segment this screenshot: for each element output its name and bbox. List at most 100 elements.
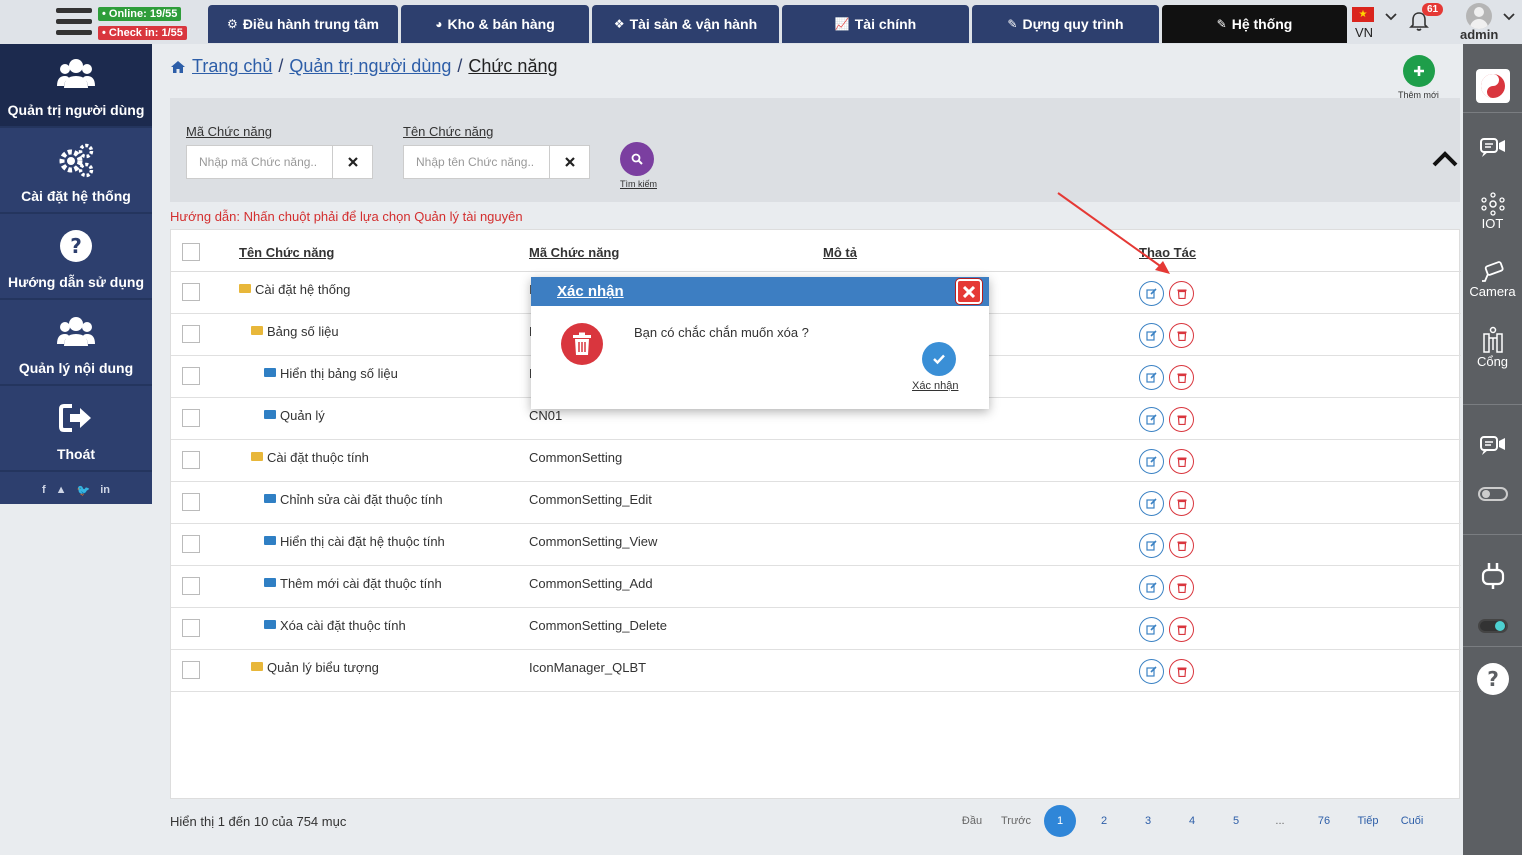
clear-name-button[interactable] — [549, 146, 589, 178]
delete-button[interactable] — [1169, 407, 1194, 432]
toggle-switch[interactable] — [1477, 487, 1508, 501]
breadcrumb-section[interactable]: Quản trị người dùng — [289, 56, 451, 77]
column-header-description[interactable]: Mô tả — [823, 245, 857, 260]
code-search-input[interactable]: Nhập mã Chức năng.. — [187, 146, 332, 178]
rail-video-chat[interactable] — [1463, 136, 1522, 160]
rail-toggle-off[interactable] — [1463, 487, 1522, 501]
table-row[interactable]: Xóa cài đặt thuộc tính CommonSetting_Dele… — [171, 608, 1461, 650]
row-checkbox[interactable] — [182, 493, 200, 511]
sidebar-item-user-admin[interactable]: Quản trị người dùng — [0, 44, 152, 128]
row-checkbox[interactable] — [182, 451, 200, 469]
row-checkbox[interactable] — [182, 325, 200, 343]
sidebar-item-logout[interactable]: Thoát — [0, 388, 152, 472]
clear-code-button[interactable] — [332, 146, 372, 178]
table-row[interactable]: Thêm mới cài đặt thuộc tính CommonSetting… — [171, 566, 1461, 608]
edit-button[interactable] — [1139, 491, 1164, 516]
home-icon[interactable] — [170, 60, 186, 74]
tab-tai-san[interactable]: ❖ Tài sản & vận hành — [592, 5, 779, 43]
column-header-name[interactable]: Tên Chức năng — [239, 245, 334, 260]
delete-button[interactable] — [1169, 281, 1194, 306]
rail-camera[interactable]: Camera — [1463, 260, 1522, 299]
collapse-filter-button[interactable] — [1432, 150, 1458, 168]
delete-button[interactable] — [1169, 659, 1194, 684]
page-next[interactable]: Tiếp — [1346, 815, 1390, 827]
edit-button[interactable] — [1139, 365, 1164, 390]
rail-logo[interactable] — [1463, 68, 1522, 104]
toggle-switch[interactable] — [1477, 619, 1508, 633]
tab-kho-ban-hang[interactable]: ◕ Kho & bán hàng — [401, 5, 589, 43]
row-checkbox[interactable] — [182, 577, 200, 595]
flag-vn-icon[interactable]: ★ — [1352, 7, 1374, 22]
tab-dung-quy-trinh[interactable]: ✎ Dựng quy trình — [972, 5, 1159, 43]
page-current[interactable]: 1 — [1044, 805, 1076, 837]
edit-button[interactable] — [1139, 323, 1164, 348]
delete-button[interactable] — [1169, 365, 1194, 390]
row-checkbox[interactable] — [182, 619, 200, 637]
menu-icon[interactable] — [56, 8, 92, 38]
edit-button[interactable] — [1139, 617, 1164, 642]
drive-icon[interactable]: ▲ — [56, 484, 67, 504]
delete-button[interactable] — [1169, 575, 1194, 600]
confirm-button-label[interactable]: Xác nhận — [912, 380, 958, 392]
delete-button[interactable] — [1169, 617, 1194, 642]
column-header-code[interactable]: Mã Chức năng — [529, 245, 619, 260]
sidebar-item-system-settings[interactable]: Cài đặt hệ thống — [0, 130, 152, 214]
search-button[interactable] — [620, 142, 654, 176]
tab-tai-chinh[interactable]: 📈 Tài chính — [782, 5, 969, 43]
tab-dieu-hanh[interactable]: ⚙ Điều hành trung tâm — [208, 5, 398, 43]
delete-button[interactable] — [1169, 449, 1194, 474]
select-all-checkbox[interactable] — [182, 243, 200, 261]
table-row[interactable]: Chỉnh sửa cài đặt thuộc tính CommonSettin… — [171, 482, 1461, 524]
dialog-close-button[interactable] — [956, 279, 982, 304]
code-filter-field: Nhập mã Chức năng.. — [186, 145, 373, 179]
avatar[interactable] — [1466, 3, 1492, 29]
delete-button[interactable] — [1169, 491, 1194, 516]
rail-divider — [1463, 404, 1522, 405]
rail-label: IOT — [1481, 216, 1504, 231]
page-prev[interactable]: Trước — [994, 815, 1038, 827]
chevron-down-icon[interactable] — [1503, 10, 1515, 24]
rail-help[interactable]: ? — [1463, 662, 1522, 696]
rail-toggle-on[interactable] — [1463, 619, 1522, 633]
table-row[interactable]: Hiển thị cài đặt hệ thuộc tính CommonSett… — [171, 524, 1461, 566]
rail-iot[interactable]: IOT — [1463, 192, 1522, 231]
page-last[interactable]: Cuối — [1390, 815, 1434, 827]
page-number[interactable]: 4 — [1170, 815, 1214, 827]
edit-button[interactable] — [1139, 575, 1164, 600]
edit-button[interactable] — [1139, 281, 1164, 306]
twitter-icon[interactable]: 🐦 — [77, 484, 91, 504]
page-number[interactable]: 2 — [1082, 815, 1126, 827]
function-name-cell: Cài đặt thuộc tính — [251, 450, 369, 465]
rail-gate[interactable]: Cổng — [1463, 326, 1522, 369]
row-checkbox[interactable] — [182, 661, 200, 679]
chevron-down-icon[interactable] — [1385, 10, 1397, 24]
row-checkbox[interactable] — [182, 283, 200, 301]
page-number[interactable]: 3 — [1126, 815, 1170, 827]
add-button[interactable] — [1403, 55, 1435, 87]
rail-plug[interactable] — [1463, 560, 1522, 590]
edit-button[interactable] — [1139, 533, 1164, 558]
row-checkbox[interactable] — [182, 409, 200, 427]
row-checkbox[interactable] — [182, 367, 200, 385]
table-row[interactable]: Quản lý biểu tượng IconManager_QLBT — [171, 650, 1461, 692]
edit-button[interactable] — [1139, 659, 1164, 684]
tab-he-thong[interactable]: ✎ Hệ thống — [1162, 5, 1347, 43]
sidebar-item-content-management[interactable]: Quản lý nội dung — [0, 302, 152, 386]
edit-button[interactable] — [1139, 449, 1164, 474]
table-row[interactable]: Cài đặt thuộc tính CommonSetting — [171, 440, 1461, 482]
search-button-label[interactable]: Tìm kiếm — [620, 179, 657, 189]
delete-button[interactable] — [1169, 323, 1194, 348]
rail-video-chat-2[interactable] — [1463, 434, 1522, 458]
delete-button[interactable] — [1169, 533, 1194, 558]
sidebar-item-user-guide[interactable]: ? Hướng dẫn sử dụng — [0, 216, 152, 300]
breadcrumb-home[interactable]: Trang chủ — [192, 56, 272, 77]
edit-button[interactable] — [1139, 407, 1164, 432]
row-checkbox[interactable] — [182, 535, 200, 553]
linkedin-icon[interactable]: in — [100, 484, 110, 504]
page-number[interactable]: 5 — [1214, 815, 1258, 827]
facebook-icon[interactable]: f — [42, 484, 46, 504]
name-search-input[interactable]: Nhập tên Chức năng.. — [404, 146, 549, 178]
page-first[interactable]: Đầu — [950, 815, 994, 827]
page-number[interactable]: 76 — [1302, 815, 1346, 827]
confirm-button[interactable] — [922, 342, 956, 376]
